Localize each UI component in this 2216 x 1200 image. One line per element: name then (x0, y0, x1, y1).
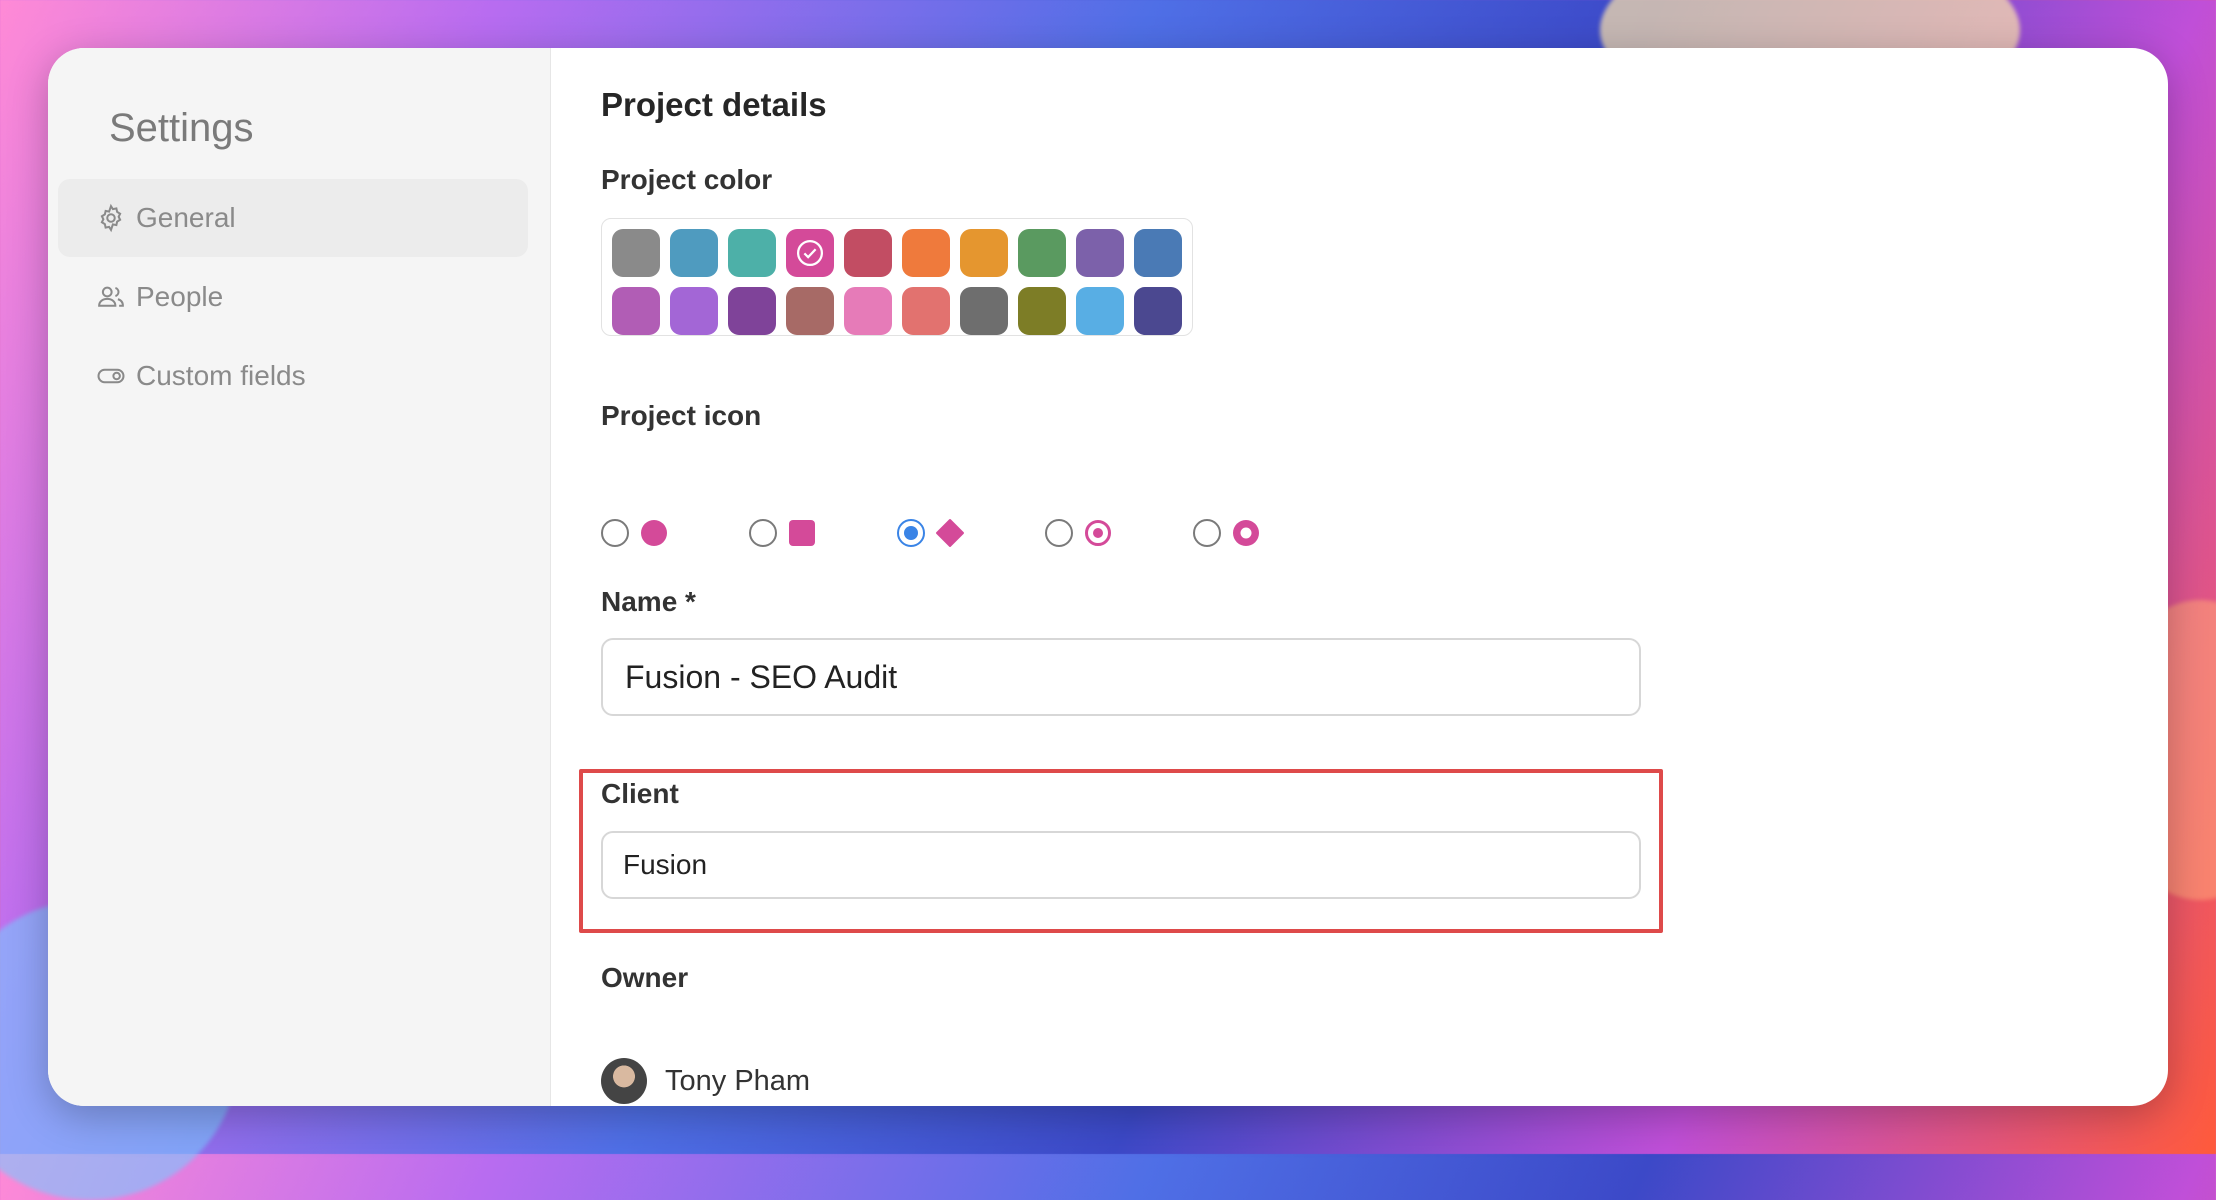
icon-radio[interactable] (1045, 519, 1073, 547)
color-swatch[interactable] (728, 287, 776, 335)
owner-selector[interactable]: Tony Pham (601, 1058, 810, 1104)
client-input[interactable]: Fusion (601, 831, 1641, 899)
color-swatch[interactable] (902, 229, 950, 277)
color-swatch[interactable] (844, 287, 892, 335)
icon-option-ring-dot[interactable] (1045, 518, 1113, 548)
gear-icon (100, 203, 122, 233)
color-palette (601, 218, 1193, 336)
color-swatch[interactable] (844, 229, 892, 277)
owner-name: Tony Pham (665, 1064, 811, 1097)
people-icon (98, 286, 124, 307)
color-swatch[interactable] (786, 287, 834, 335)
color-swatch[interactable] (1076, 287, 1124, 335)
avatar (601, 1058, 647, 1104)
name-input-value: Fusion - SEO Audit (625, 658, 898, 695)
square-icon (789, 520, 815, 546)
icon-option-circle-dot[interactable] (1193, 518, 1261, 548)
color-swatch[interactable] (1018, 287, 1066, 335)
color-swatch[interactable] (1076, 229, 1124, 277)
check-circle-icon (797, 240, 823, 266)
circle-dot-icon (1233, 520, 1259, 546)
toggle-icon (97, 368, 125, 384)
client-label: Client (601, 778, 679, 809)
color-swatch[interactable] (902, 287, 950, 335)
name-input[interactable]: Fusion - SEO Audit (601, 638, 1641, 716)
color-swatch[interactable] (670, 229, 718, 277)
sidebar-item-label: People (136, 281, 224, 312)
settings-sidebar: Settings General People Custom fields (48, 48, 551, 1106)
project-color-label: Project color (601, 164, 773, 195)
name-label: Name * (601, 586, 696, 617)
color-swatch[interactable] (960, 287, 1008, 335)
page-title: Project details (601, 86, 827, 123)
color-swatch[interactable] (1134, 229, 1182, 277)
project-details-panel: Project details Project color Project ic… (579, 48, 2168, 1106)
color-swatch[interactable] (960, 229, 1008, 277)
color-swatch[interactable] (612, 287, 660, 335)
sidebar-item-label: General (136, 202, 236, 233)
sidebar-title: Settings (109, 106, 254, 150)
icon-option-diamond[interactable] (897, 518, 965, 548)
icon-option-square[interactable] (749, 518, 817, 548)
icon-radio[interactable] (1193, 519, 1221, 547)
circle-icon (641, 520, 667, 546)
icon-radio[interactable] (749, 519, 777, 547)
color-swatch[interactable] (670, 287, 718, 335)
owner-label: Owner (601, 962, 689, 993)
icon-radio[interactable] (601, 519, 629, 547)
client-input-value: Fusion (623, 849, 708, 880)
color-swatch[interactable] (728, 229, 776, 277)
color-swatch-selected[interactable] (786, 229, 834, 277)
diamond-icon (936, 519, 964, 547)
color-swatch[interactable] (1018, 229, 1066, 277)
sidebar-item-custom-fields[interactable]: Custom fields (58, 337, 528, 415)
sidebar-item-label: Custom fields (136, 360, 306, 391)
ring-dot-icon (1085, 520, 1111, 546)
color-swatch[interactable] (612, 229, 660, 277)
project-icon-label: Project icon (601, 400, 762, 431)
settings-window: Settings General People Custom fields Pr… (48, 48, 2168, 1106)
color-swatch[interactable] (1134, 287, 1182, 335)
icon-option-circle[interactable] (601, 518, 669, 548)
icon-radio-selected[interactable] (897, 519, 925, 547)
sidebar-item-people[interactable]: People (58, 258, 528, 336)
sidebar-item-general[interactable]: General (58, 179, 528, 257)
